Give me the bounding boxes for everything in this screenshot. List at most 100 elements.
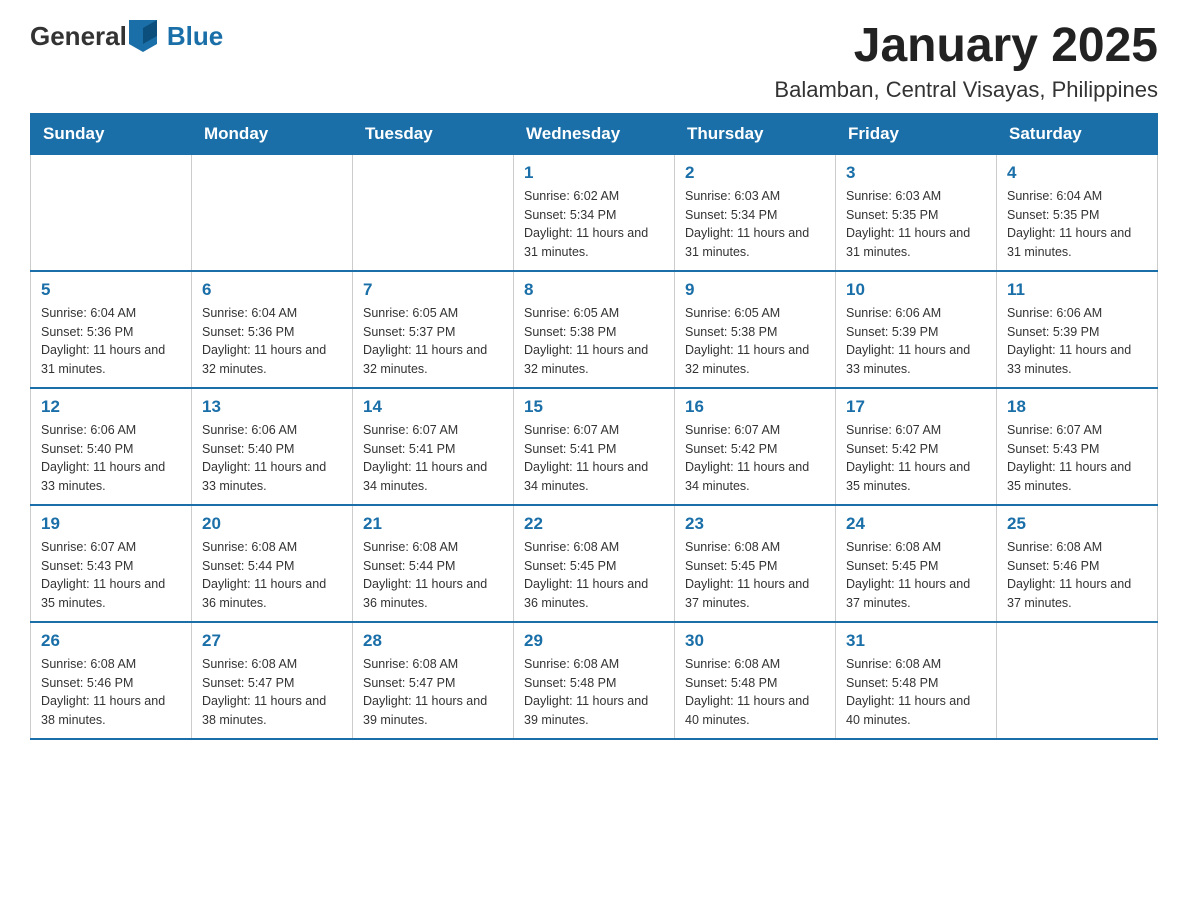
- day-info: Sunrise: 6:08 AMSunset: 5:46 PMDaylight:…: [1007, 538, 1147, 613]
- day-info: Sunrise: 6:07 AMSunset: 5:42 PMDaylight:…: [846, 421, 986, 496]
- day-info: Sunrise: 6:08 AMSunset: 5:48 PMDaylight:…: [846, 655, 986, 730]
- day-number: 19: [41, 514, 181, 534]
- calendar-header: SundayMondayTuesdayWednesdayThursdayFrid…: [31, 113, 1158, 154]
- day-info: Sunrise: 6:02 AMSunset: 5:34 PMDaylight:…: [524, 187, 664, 262]
- day-number: 11: [1007, 280, 1147, 300]
- day-info: Sunrise: 6:05 AMSunset: 5:37 PMDaylight:…: [363, 304, 503, 379]
- calendar-day-cell: 17Sunrise: 6:07 AMSunset: 5:42 PMDayligh…: [836, 388, 997, 505]
- logo: General Blue: [30, 20, 223, 52]
- day-number: 21: [363, 514, 503, 534]
- day-number: 16: [685, 397, 825, 417]
- calendar-day-cell: [31, 154, 192, 271]
- calendar-day-cell: 13 Sunrise: 6:06 AMSunset: 5:40 PMDayligh…: [192, 388, 353, 505]
- calendar-week-row: 12 Sunrise: 6:06 AMSunset: 5:40 PMDayligh…: [31, 388, 1158, 505]
- day-info: Sunrise: 6:06 AMSunset: 5:39 PMDaylight:…: [1007, 304, 1147, 379]
- calendar-day-cell: 9 Sunrise: 6:05 AMSunset: 5:38 PMDaylight…: [675, 271, 836, 388]
- day-info: Sunrise: 6:05 AMSunset: 5:38 PMDaylight:…: [685, 304, 825, 379]
- day-info: Sunrise: 6:07 AMSunset: 5:43 PMDaylight:…: [41, 538, 181, 613]
- day-number: 27: [202, 631, 342, 651]
- calendar-day-cell: 18Sunrise: 6:07 AMSunset: 5:43 PMDayligh…: [997, 388, 1158, 505]
- day-info: Sunrise: 6:08 AMSunset: 5:45 PMDaylight:…: [685, 538, 825, 613]
- calendar-week-row: 26Sunrise: 6:08 AMSunset: 5:46 PMDayligh…: [31, 622, 1158, 739]
- calendar-day-cell: 16Sunrise: 6:07 AMSunset: 5:42 PMDayligh…: [675, 388, 836, 505]
- day-info: Sunrise: 6:06 AMSunset: 5:40 PMDaylight:…: [202, 421, 342, 496]
- day-number: 8: [524, 280, 664, 300]
- calendar-table: SundayMondayTuesdayWednesdayThursdayFrid…: [30, 113, 1158, 740]
- calendar-day-cell: [997, 622, 1158, 739]
- day-info: Sunrise: 6:08 AMSunset: 5:47 PMDaylight:…: [202, 655, 342, 730]
- day-number: 13: [202, 397, 342, 417]
- day-number: 26: [41, 631, 181, 651]
- calendar-day-cell: 27 Sunrise: 6:08 AMSunset: 5:47 PMDayligh…: [192, 622, 353, 739]
- day-of-week-header: Friday: [836, 113, 997, 154]
- day-info: Sunrise: 6:08 AMSunset: 5:47 PMDaylight:…: [363, 655, 503, 730]
- day-info: Sunrise: 6:04 AMSunset: 5:35 PMDaylight:…: [1007, 187, 1147, 262]
- calendar-day-cell: 26Sunrise: 6:08 AMSunset: 5:46 PMDayligh…: [31, 622, 192, 739]
- day-info: Sunrise: 6:08 AMSunset: 5:44 PMDaylight:…: [202, 538, 342, 613]
- day-info: Sunrise: 6:05 AMSunset: 5:38 PMDaylight:…: [524, 304, 664, 379]
- day-number: 1: [524, 163, 664, 183]
- day-number: 15: [524, 397, 664, 417]
- day-number: 14: [363, 397, 503, 417]
- day-info: Sunrise: 6:03 AMSunset: 5:35 PMDaylight:…: [846, 187, 986, 262]
- day-info: Sunrise: 6:06 AMSunset: 5:40 PMDaylight:…: [41, 421, 181, 496]
- day-info: Sunrise: 6:04 AMSunset: 5:36 PMDaylight:…: [41, 304, 181, 379]
- logo-blue: Blue: [167, 21, 223, 52]
- day-info: Sunrise: 6:08 AMSunset: 5:45 PMDaylight:…: [524, 538, 664, 613]
- calendar-day-cell: 20 Sunrise: 6:08 AMSunset: 5:44 PMDayligh…: [192, 505, 353, 622]
- day-info: Sunrise: 6:08 AMSunset: 5:48 PMDaylight:…: [524, 655, 664, 730]
- calendar-day-cell: 8 Sunrise: 6:05 AMSunset: 5:38 PMDaylight…: [514, 271, 675, 388]
- day-info: Sunrise: 6:07 AMSunset: 5:41 PMDaylight:…: [363, 421, 503, 496]
- calendar-day-cell: 6 Sunrise: 6:04 AMSunset: 5:36 PMDaylight…: [192, 271, 353, 388]
- day-number: 9: [685, 280, 825, 300]
- calendar-week-row: 1 Sunrise: 6:02 AMSunset: 5:34 PMDaylight…: [31, 154, 1158, 271]
- day-number: 24: [846, 514, 986, 534]
- logo-general: General: [30, 21, 127, 52]
- logo-wordmark: General: [30, 20, 159, 52]
- calendar-day-cell: 11 Sunrise: 6:06 AMSunset: 5:39 PMDayligh…: [997, 271, 1158, 388]
- day-info: Sunrise: 6:08 AMSunset: 5:44 PMDaylight:…: [363, 538, 503, 613]
- day-number: 20: [202, 514, 342, 534]
- calendar-day-cell: 21 Sunrise: 6:08 AMSunset: 5:44 PMDayligh…: [353, 505, 514, 622]
- day-number: 28: [363, 631, 503, 651]
- calendar-day-cell: [192, 154, 353, 271]
- calendar-day-cell: 15 Sunrise: 6:07 AMSunset: 5:41 PMDayligh…: [514, 388, 675, 505]
- day-number: 10: [846, 280, 986, 300]
- calendar-day-cell: 24Sunrise: 6:08 AMSunset: 5:45 PMDayligh…: [836, 505, 997, 622]
- day-of-week-header: Wednesday: [514, 113, 675, 154]
- day-number: 6: [202, 280, 342, 300]
- calendar-day-cell: 19 Sunrise: 6:07 AMSunset: 5:43 PMDayligh…: [31, 505, 192, 622]
- calendar-body: 1 Sunrise: 6:02 AMSunset: 5:34 PMDaylight…: [31, 154, 1158, 739]
- calendar-day-cell: 2Sunrise: 6:03 AMSunset: 5:34 PMDaylight…: [675, 154, 836, 271]
- calendar-day-cell: 25Sunrise: 6:08 AMSunset: 5:46 PMDayligh…: [997, 505, 1158, 622]
- day-number: 12: [41, 397, 181, 417]
- day-of-week-header: Tuesday: [353, 113, 514, 154]
- calendar-day-cell: 30 Sunrise: 6:08 AMSunset: 5:48 PMDayligh…: [675, 622, 836, 739]
- calendar-week-row: 5 Sunrise: 6:04 AMSunset: 5:36 PMDaylight…: [31, 271, 1158, 388]
- calendar-week-row: 19 Sunrise: 6:07 AMSunset: 5:43 PMDayligh…: [31, 505, 1158, 622]
- calendar-day-cell: 22 Sunrise: 6:08 AMSunset: 5:45 PMDayligh…: [514, 505, 675, 622]
- day-number: 5: [41, 280, 181, 300]
- title-section: January 2025 Balamban, Central Visayas, …: [774, 20, 1158, 103]
- calendar-day-cell: [353, 154, 514, 271]
- day-number: 22: [524, 514, 664, 534]
- day-number: 30: [685, 631, 825, 651]
- calendar-day-cell: 10 Sunrise: 6:06 AMSunset: 5:39 PMDayligh…: [836, 271, 997, 388]
- calendar-day-cell: 5 Sunrise: 6:04 AMSunset: 5:36 PMDaylight…: [31, 271, 192, 388]
- day-info: Sunrise: 6:08 AMSunset: 5:48 PMDaylight:…: [685, 655, 825, 730]
- day-of-week-header: Saturday: [997, 113, 1158, 154]
- day-number: 29: [524, 631, 664, 651]
- day-number: 2: [685, 163, 825, 183]
- calendar-title: January 2025: [774, 20, 1158, 73]
- calendar-day-cell: 7 Sunrise: 6:05 AMSunset: 5:37 PMDaylight…: [353, 271, 514, 388]
- day-info: Sunrise: 6:06 AMSunset: 5:39 PMDaylight:…: [846, 304, 986, 379]
- day-number: 7: [363, 280, 503, 300]
- calendar-day-cell: 31Sunrise: 6:08 AMSunset: 5:48 PMDayligh…: [836, 622, 997, 739]
- calendar-day-cell: 29 Sunrise: 6:08 AMSunset: 5:48 PMDayligh…: [514, 622, 675, 739]
- day-info: Sunrise: 6:07 AMSunset: 5:41 PMDaylight:…: [524, 421, 664, 496]
- calendar-day-cell: 28 Sunrise: 6:08 AMSunset: 5:47 PMDayligh…: [353, 622, 514, 739]
- day-of-week-header: Sunday: [31, 113, 192, 154]
- day-info: Sunrise: 6:04 AMSunset: 5:36 PMDaylight:…: [202, 304, 342, 379]
- logo-icon: [129, 20, 157, 52]
- day-of-week-header: Thursday: [675, 113, 836, 154]
